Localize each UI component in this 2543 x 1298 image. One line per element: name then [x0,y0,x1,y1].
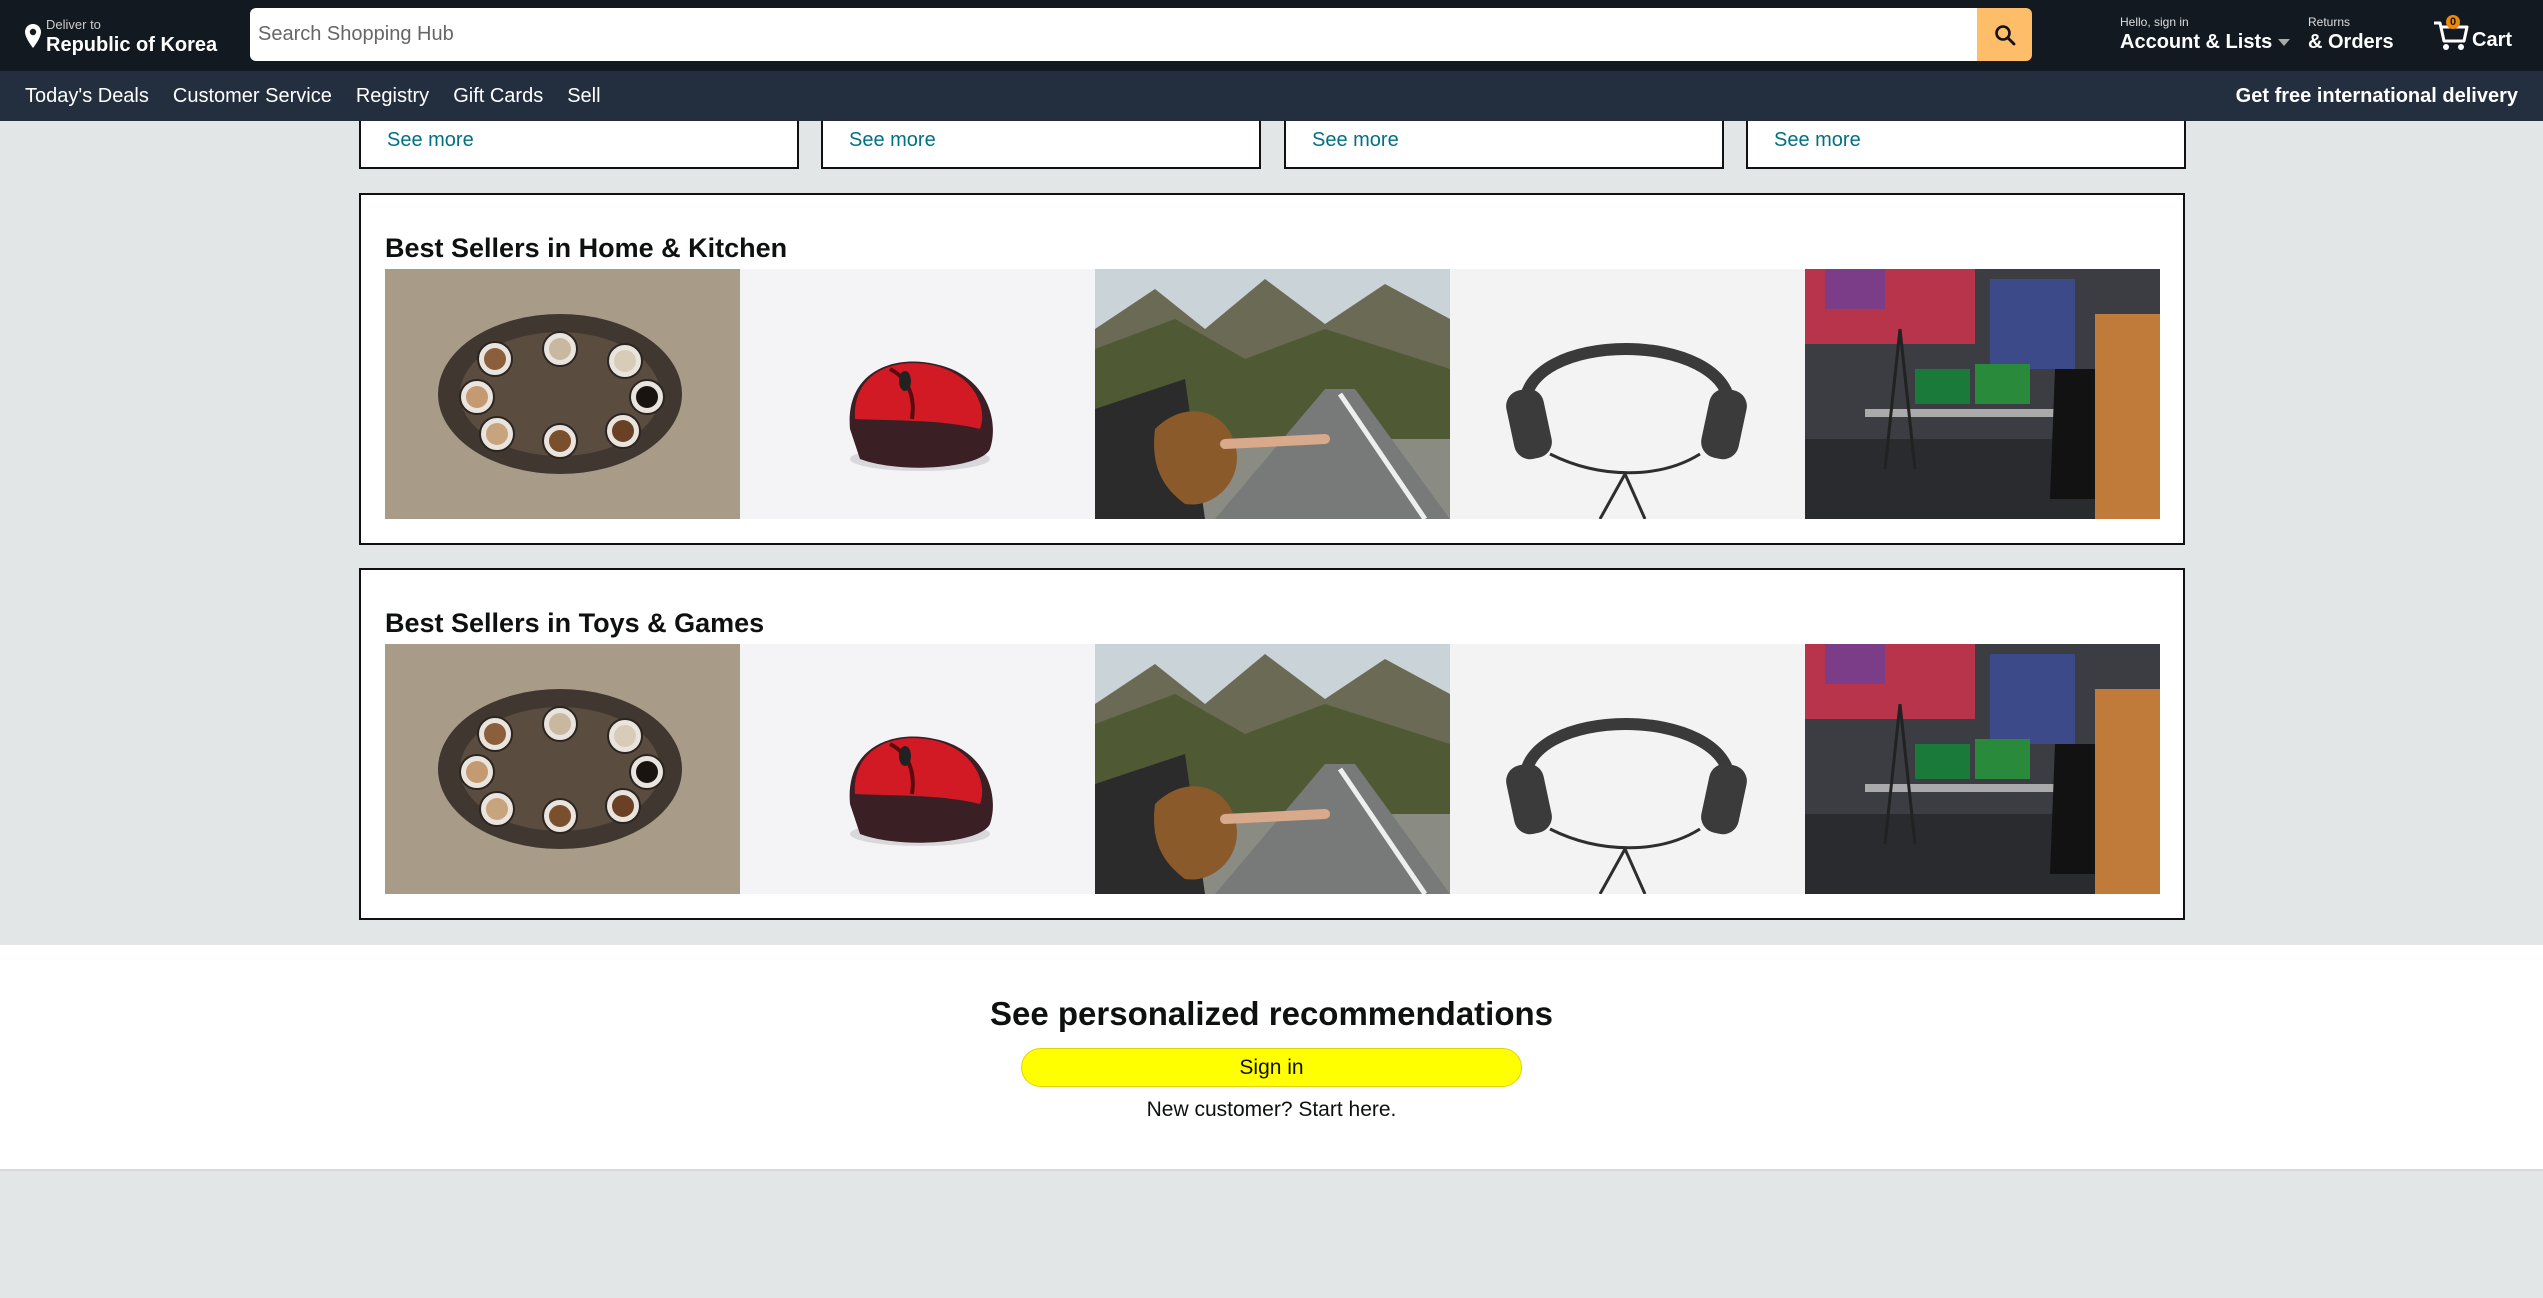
search-input[interactable] [250,8,1977,61]
nav-gift-cards[interactable]: Gift Cards [453,85,543,108]
section-title: Best Sellers in Toys & Games [385,608,765,638]
nav-todays-deals[interactable]: Today's Deals [25,85,149,108]
headphones-image[interactable] [1450,644,1805,894]
cart-button[interactable]: 0 Cart [2432,14,2512,56]
signin-heading: See personalized recommendations [989,995,1553,1032]
gaming-room-image[interactable] [1805,269,2160,519]
road-trip-image[interactable] [1095,269,1450,519]
location-pin-icon [25,24,41,48]
sign-in-button[interactable]: Sign in [1021,1048,1522,1087]
caret-down-icon [2278,39,2291,47]
deliver-location: Republic of Korea [46,33,218,56]
coffee-cups-image[interactable] [385,644,740,894]
category-card: See more [359,121,799,169]
account-lists-label: Account & Lists [2120,31,2273,53]
red-mouse-image[interactable] [740,269,1095,519]
returns-and-orders[interactable]: Returns & Orders [2308,16,2394,52]
search-button[interactable] [1977,8,2032,61]
account-and-lists[interactable]: Hello, sign in Account & Lists [2120,15,2291,53]
search-icon [1994,24,2015,45]
cart-count-badge: 0 [2446,15,2460,29]
red-mouse-image[interactable] [740,644,1095,894]
product-image-row [385,644,2160,894]
category-card: See more [821,121,1261,169]
nav-registry[interactable]: Registry [356,85,429,108]
new-customer-link[interactable]: New customer? Start here. [0,1098,2543,1122]
deliver-to-location[interactable]: Deliver to Republic of Korea [24,16,217,56]
best-sellers-toys-games: Best Sellers in Toys & Games [359,568,2185,920]
top-navigation-bar: Deliver to Republic of Korea Hello, sign… [0,0,2543,71]
product-image-row [385,269,2160,519]
headphones-image[interactable] [1450,269,1805,519]
cart-label: Cart [2472,28,2513,51]
secondary-navigation: Today's Deals Customer Service Registry … [0,71,2543,121]
see-more-link[interactable]: See more [1312,129,1399,152]
best-sellers-home-kitchen: Best Sellers in Home & Kitchen [359,193,2185,545]
see-more-link[interactable]: See more [387,129,474,152]
search-bar [250,8,2032,61]
orders-label: & Orders [2308,31,2394,53]
road-trip-image[interactable] [1095,644,1450,894]
category-card: See more [1284,121,1724,169]
cart-icon: 0 [2432,15,2470,53]
see-more-link[interactable]: See more [1774,129,1861,152]
gaming-room-image[interactable] [1805,644,2160,894]
see-more-link[interactable]: See more [849,129,936,152]
deliver-to-label: Deliver to [46,16,101,32]
international-delivery-banner[interactable]: Get free international delivery [2236,85,2518,108]
returns-label: Returns [2308,15,2351,29]
nav-customer-service[interactable]: Customer Service [173,85,332,108]
personalized-recommendations-signin: See personalized recommendations Sign in… [0,945,2543,1171]
account-greeting: Hello, sign in [2120,15,2189,29]
section-title: Best Sellers in Home & Kitchen [385,233,788,263]
category-card: See more [1746,121,2186,169]
nav-sell[interactable]: Sell [567,85,600,108]
coffee-cups-image[interactable] [385,269,740,519]
